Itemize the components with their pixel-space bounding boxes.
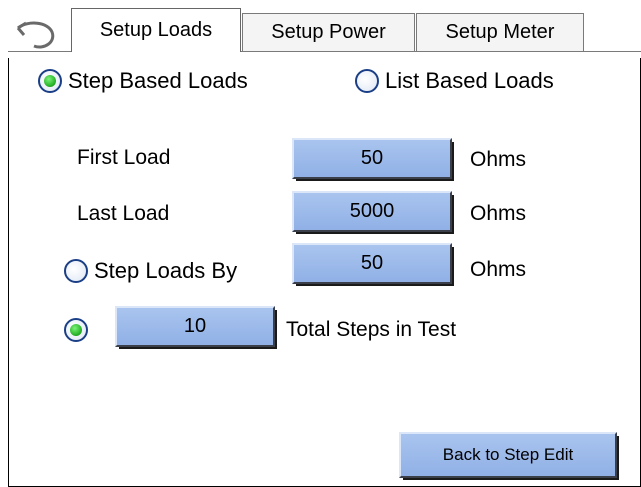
step-loads-by-radio[interactable]: Step Loads By xyxy=(64,258,237,284)
step-based-loads-radio[interactable]: Step Based Loads xyxy=(38,68,248,94)
list-based-loads-label: List Based Loads xyxy=(385,68,554,93)
tab-setup-meter-label: Setup Meter xyxy=(445,21,555,43)
tab-setup-loads[interactable]: Setup Loads xyxy=(71,8,241,52)
last-load-value-button[interactable]: 5000 xyxy=(292,191,454,234)
back-to-step-edit-label: Back to Step Edit xyxy=(442,445,574,464)
total-steps-radio[interactable] xyxy=(64,318,88,342)
step-loads-by-value: 50 xyxy=(360,252,384,274)
step-loads-by-unit: Ohms xyxy=(470,258,527,281)
step-based-loads-label: Step Based Loads xyxy=(68,68,248,93)
total-steps-value: 10 xyxy=(183,315,207,337)
radio-unselected-icon xyxy=(355,69,379,93)
step-loads-by-value-button[interactable]: 50 xyxy=(292,243,454,286)
last-load-value: 5000 xyxy=(349,200,395,222)
first-load-unit: Ohms xyxy=(470,148,527,171)
tab-setup-loads-label: Setup Loads xyxy=(99,19,213,41)
tab-setup-power[interactable]: Setup Power xyxy=(242,13,415,51)
step-loads-by-label: Step Loads By xyxy=(94,258,238,283)
active-tab-gap xyxy=(72,51,240,53)
radio-selected-icon xyxy=(64,318,88,342)
first-load-value-button[interactable]: 50 xyxy=(292,138,454,181)
last-load-unit: Ohms xyxy=(470,202,527,225)
total-steps-label: Total Steps in Test xyxy=(286,318,457,341)
total-steps-value-button[interactable]: 10 xyxy=(115,306,277,349)
last-load-label: Last Load xyxy=(77,202,170,225)
first-load-label: First Load xyxy=(77,146,171,169)
radio-unselected-icon xyxy=(64,259,88,283)
list-based-loads-radio[interactable]: List Based Loads xyxy=(355,68,554,94)
tab-setup-power-label: Setup Power xyxy=(271,21,386,43)
back-arrow-icon[interactable] xyxy=(14,20,58,54)
back-to-step-edit-button[interactable]: Back to Step Edit xyxy=(399,432,619,480)
radio-selected-icon xyxy=(38,69,62,93)
tab-setup-meter[interactable]: Setup Meter xyxy=(416,13,584,51)
first-load-value: 50 xyxy=(360,147,384,169)
